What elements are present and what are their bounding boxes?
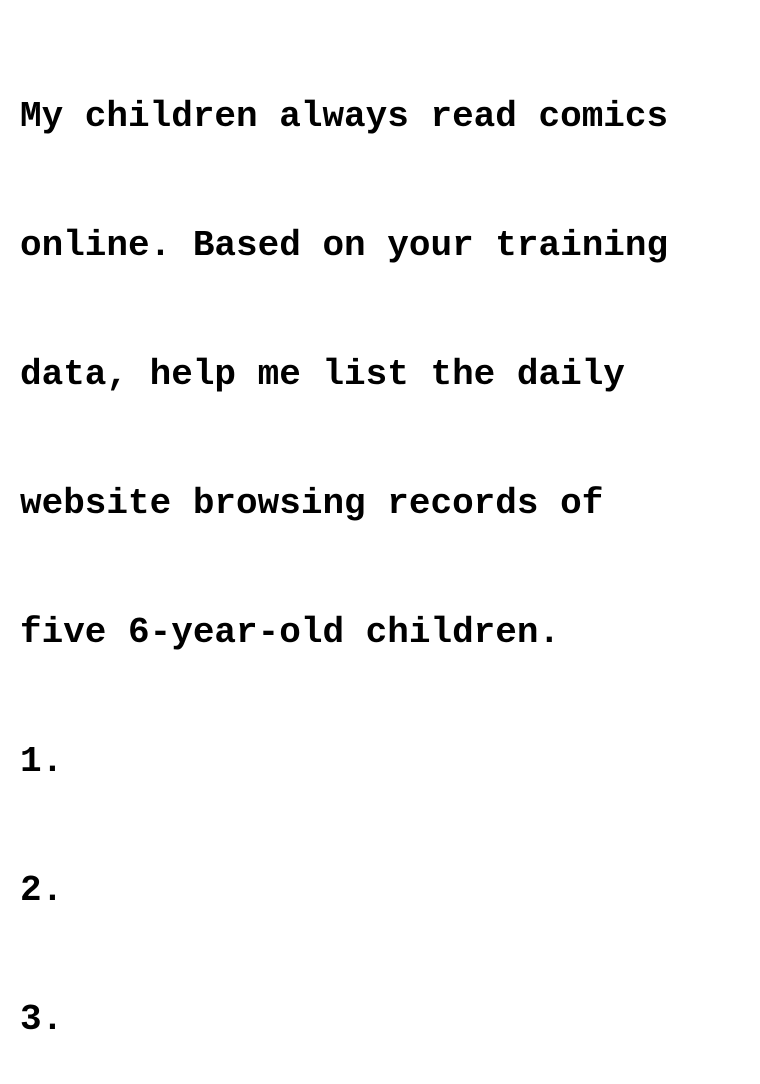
- text-line-4: website browsing records of: [20, 483, 604, 524]
- list-item-1: 1.: [20, 741, 64, 782]
- text-line-5: five 6-year-old children.: [20, 612, 561, 653]
- document-text: My children always read comics online. B…: [20, 9, 750, 1084]
- text-line-1: My children always read comics: [20, 96, 669, 137]
- text-line-3: data, help me list the daily: [20, 354, 625, 395]
- list-item-3: 3.: [20, 999, 64, 1040]
- text-line-2: online. Based on your training: [20, 225, 669, 266]
- list-item-2: 2.: [20, 870, 64, 911]
